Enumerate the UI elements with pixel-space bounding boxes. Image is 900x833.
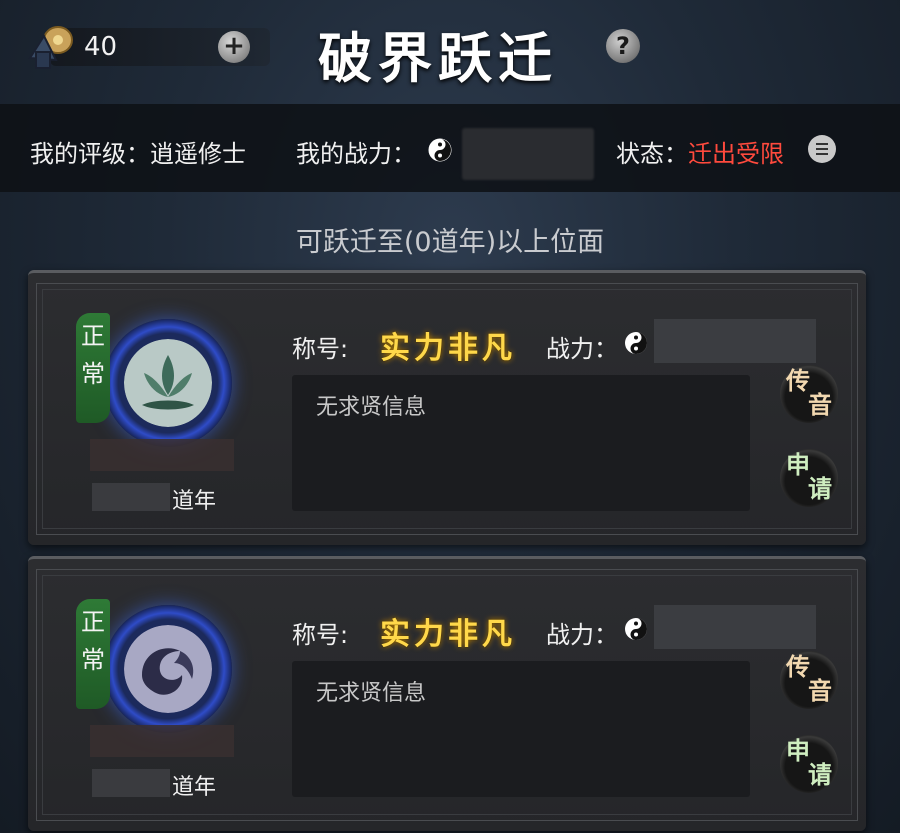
status-badge: 正常: [76, 599, 110, 709]
spirit-stone-icon: [28, 26, 73, 69]
yinyang-icon: [625, 332, 647, 354]
title-value: 实力非凡: [380, 331, 516, 366]
card-power-label: 战力：: [546, 621, 618, 649]
rating-text: 我的评级：逍遥修士: [30, 140, 246, 168]
send-char-2: 音: [808, 676, 832, 705]
card-power-masked: [654, 319, 816, 363]
year-value-masked: [92, 769, 170, 797]
power-label: 我的战力：: [296, 140, 416, 168]
card-power-label: 战力：: [546, 335, 618, 363]
currency-widget: 40 +: [22, 22, 270, 72]
send-message-button[interactable]: 传 音: [780, 651, 838, 709]
send-message-button[interactable]: 传 音: [780, 365, 838, 423]
plane-card: 正常 道年 称号: 实力非凡 战力： 无求贤信息 传 音 申 请: [28, 270, 866, 545]
send-char-1: 传: [786, 652, 810, 681]
recruit-message: 无求贤信息: [316, 395, 427, 420]
apply-char-1: 申: [786, 736, 810, 765]
page-title: 破界跃迁: [318, 26, 558, 90]
add-currency-button[interactable]: +: [218, 31, 250, 63]
card-power-masked: [654, 605, 816, 649]
recruit-message: 无求贤信息: [316, 681, 427, 706]
phoenix-icon: [124, 625, 212, 713]
send-char-1: 传: [786, 366, 810, 395]
status-label: 状态：: [616, 140, 688, 168]
year-label: 道年: [172, 775, 217, 800]
lotus-icon: [124, 339, 212, 427]
plane-card: 正常 道年 称号: 实力非凡 战力： 无求贤信息 传 音 申 请: [28, 556, 866, 831]
status-value: 迁出受限: [688, 140, 784, 168]
apply-char-2: 请: [808, 760, 832, 789]
plane-emblem[interactable]: [104, 319, 232, 447]
yinyang-icon: [625, 618, 647, 640]
apply-char-2: 请: [808, 474, 832, 503]
currency-amount: 40: [84, 32, 118, 62]
send-char-2: 音: [808, 390, 832, 419]
plane-emblem[interactable]: [104, 605, 232, 733]
title-value: 实力非凡: [380, 617, 516, 652]
power-value-masked: [462, 128, 594, 180]
list-icon[interactable]: [808, 135, 836, 163]
transfer-range-text: 可跃迁至(0道年)以上位面: [295, 227, 605, 258]
player-name-masked: [90, 725, 234, 757]
title-label: 称号:: [292, 621, 349, 649]
recruit-message-box: 无求贤信息: [292, 375, 750, 511]
yinyang-icon: [428, 138, 452, 162]
year-value-masked: [92, 483, 170, 511]
help-button[interactable]: ?: [606, 29, 640, 63]
apply-button[interactable]: 申 请: [780, 735, 838, 793]
year-label: 道年: [172, 489, 217, 514]
recruit-message-box: 无求贤信息: [292, 661, 750, 797]
title-label: 称号:: [292, 335, 349, 363]
apply-char-1: 申: [786, 450, 810, 479]
status-badge: 正常: [76, 313, 110, 423]
player-info-bar: 我的评级：逍遥修士 我的战力： 状态： 迁出受限: [0, 104, 900, 192]
player-name-masked: [90, 439, 234, 471]
apply-button[interactable]: 申 请: [780, 449, 838, 507]
